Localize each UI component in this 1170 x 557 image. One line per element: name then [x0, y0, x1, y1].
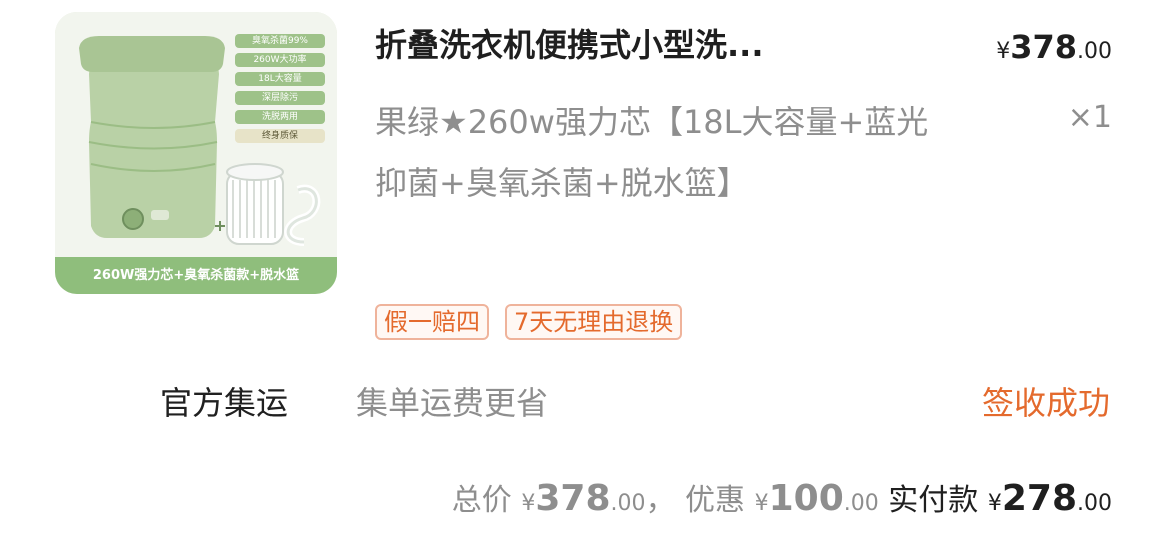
paid-currency-symbol: ¥: [987, 491, 1002, 516]
service-tag-list: 假一赔四 7天无理由退换: [375, 304, 683, 340]
feature-tag-list: 臭氧杀菌99% 260W大功率 18L大容量 深层除污 洗脱两用 终身质保: [235, 34, 325, 148]
price-decimal: .00: [1077, 39, 1112, 64]
shipping-status[interactable]: 签收成功: [982, 378, 1110, 428]
total-integer: 378: [535, 478, 611, 519]
price-integer: 378: [1010, 28, 1077, 66]
product-title[interactable]: 折叠洗衣机便携式小型洗...: [375, 22, 935, 68]
feature-tag: 洗脱两用: [235, 110, 325, 124]
currency-symbol: ¥: [996, 39, 1011, 64]
total-decimal: .00: [610, 491, 646, 516]
product-image-caption: 260W强力芯+臭氧杀菌款+脱水篮: [55, 257, 337, 294]
product-image[interactable]: 臭氧杀菌99% 260W大功率 18L大容量 深层除污 洗脱两用 终身质保 26…: [55, 12, 337, 294]
feature-tag: 260W大功率: [235, 53, 325, 67]
total-label: 总价: [451, 483, 512, 518]
paid-decimal: .00: [1077, 491, 1112, 516]
discount-decimal: .00: [843, 491, 879, 516]
service-tag: 7天无理由退换: [505, 304, 683, 340]
discount-label: 优惠: [685, 483, 746, 518]
shipping-subtext: 集单运费更省: [356, 384, 549, 422]
total-currency-symbol: ¥: [521, 491, 536, 516]
shipping-row: 官方集运 集单运费更省 签收成功: [160, 378, 1110, 428]
product-price: ¥378.00: [996, 24, 1112, 75]
feature-tag: 深层除污: [235, 91, 325, 105]
paid-label: 实付款: [888, 483, 979, 518]
product-quantity: ×1: [1067, 100, 1112, 135]
product-spec[interactable]: 果绿★260w强力芯【18L大容量+蓝光抑菌+臭氧杀菌+脱水篮】: [375, 92, 935, 214]
feature-tag: 臭氧杀菌99%: [235, 34, 325, 48]
order-summary: 总价 ¥378.00， 优惠 ¥100.00 实付款 ¥278.00: [452, 474, 1112, 529]
shipping-label: 官方集运: [160, 384, 289, 422]
discount-integer: 100: [768, 478, 844, 519]
service-tag: 假一赔四: [375, 304, 489, 340]
feature-tag: 终身质保: [235, 129, 325, 143]
paid-integer: 278: [1001, 478, 1077, 519]
discount-currency-symbol: ¥: [754, 491, 769, 516]
summary-separator: ，: [645, 483, 676, 518]
feature-tag: 18L大容量: [235, 72, 325, 86]
